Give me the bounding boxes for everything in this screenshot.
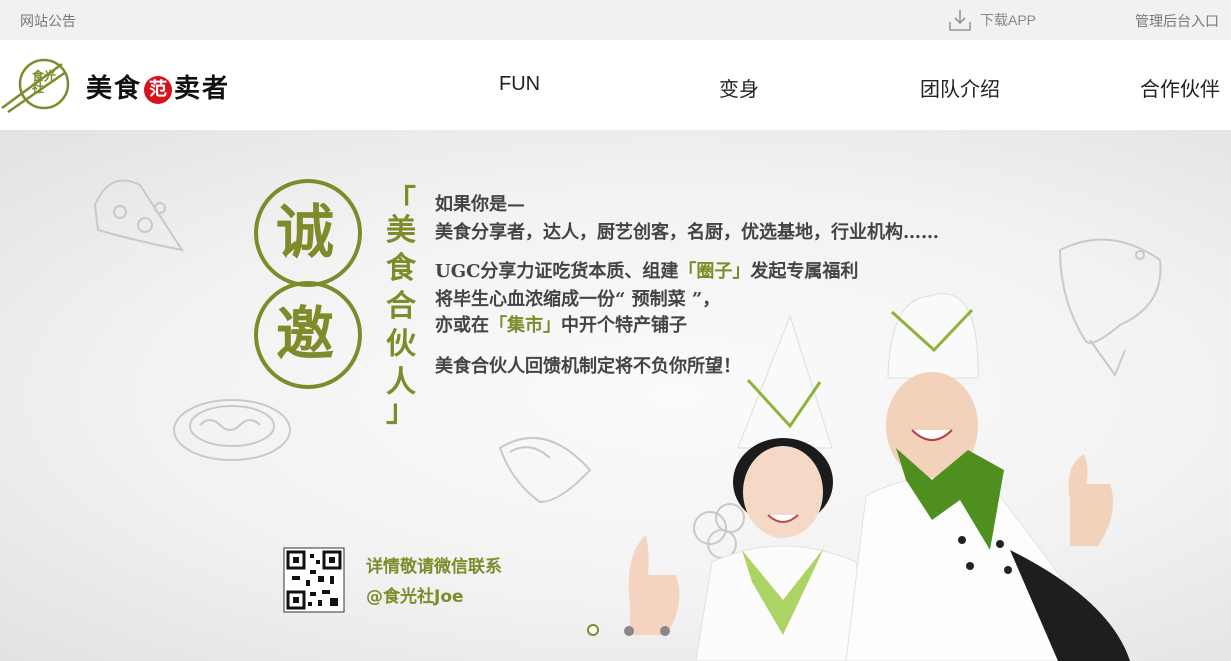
- bracket-open: 「: [386, 184, 416, 219]
- pizza-sketch-icon: [93, 179, 185, 252]
- copy-line-3b: 发起专属福利: [750, 261, 859, 282]
- wechat-qr-code: [283, 547, 345, 613]
- invite-char-1: 诚: [276, 198, 335, 266]
- main-header: 食光社 美食范卖者 FUN 变身 团队介绍 合作伙伴: [0, 40, 1231, 130]
- copy-line-5b: 中开个特产铺子: [561, 315, 687, 336]
- taco-sketch-icon: [498, 436, 592, 504]
- contact-line-1: 详情敬请微信联系: [366, 557, 502, 577]
- download-app-label: 下载APP: [980, 12, 1037, 28]
- banner-artwork: [93, 179, 1162, 661]
- invite-char-2: 邀: [276, 300, 335, 368]
- nav-fun[interactable]: FUN: [499, 73, 540, 96]
- copy-line-3: UGC分享力证吃货本质、组建「圈子」发起专属福利: [435, 257, 858, 283]
- nav-team[interactable]: 团队介绍: [920, 73, 1000, 102]
- highlight-market: 「集市」: [489, 315, 561, 336]
- copy-line-3a: UGC分享力证吃货本质、组建: [435, 261, 679, 282]
- copy-line-4: 将毕生心血浓缩成一份“ 预制菜 ”，: [435, 289, 721, 310]
- nav-transform[interactable]: 变身: [719, 73, 759, 102]
- fish-sketch-icon: [1058, 238, 1162, 378]
- copy-line-2: 美食分享者，达人，厨艺创客，名厨，优选基地，行业机构……: [435, 222, 939, 243]
- carousel-dot-3[interactable]: [660, 626, 670, 636]
- copy-line-1: 如果你是—: [435, 194, 525, 215]
- brand-name-part2: 卖者: [174, 74, 231, 104]
- male-chef-figure: [845, 293, 1130, 661]
- brand-name-badge: 范: [144, 76, 173, 104]
- copy-line-5a: 亦或在: [435, 315, 489, 336]
- partner-char-2: 食: [386, 251, 416, 286]
- partner-char-1: 美: [386, 213, 416, 248]
- admin-entry-link[interactable]: 管理后台入口: [1135, 11, 1219, 31]
- partner-vertical-title: 「 美 食 合 伙 人 」: [386, 184, 416, 429]
- partner-char-3: 合: [386, 289, 416, 324]
- vegetable-sketch-icon: [693, 503, 745, 559]
- highlight-circle: 「圈子」: [678, 261, 751, 282]
- copy-line-5: 亦或在「集市」中开个特产铺子: [435, 311, 687, 337]
- brand-name-part1: 美食: [86, 74, 143, 104]
- carousel-dot-1[interactable]: [587, 624, 599, 636]
- bracket-close: 」: [386, 394, 416, 429]
- carousel-dot-2[interactable]: [624, 626, 634, 636]
- site-notice-link[interactable]: 网站公告: [20, 11, 76, 31]
- nav-partners[interactable]: 合作伙伴: [1140, 73, 1220, 102]
- copy-line-6: 美食合伙人回馈机制定将不负你所望！: [435, 356, 741, 377]
- logo-seal-text: 食光社: [32, 69, 57, 95]
- contact-line-2: @食光社Joe: [366, 587, 464, 607]
- partner-char-4: 伙: [386, 327, 416, 362]
- download-icon: [949, 10, 971, 31]
- hero-banner[interactable]: 诚 邀 「 美 食 合 伙 人 」 如果你是— 美食分享者，达人，厨艺创客，名厨…: [0, 130, 1231, 661]
- brand-name: 美食范卖者: [86, 68, 230, 105]
- top-bar: 网站公告 下载APP 管理后台入口: [0, 0, 1231, 40]
- download-app-link[interactable]: 下载APP: [948, 8, 1036, 32]
- site-logo[interactable]: 食光社 美食范卖者: [0, 56, 240, 116]
- pasta-plate-sketch-icon: [173, 399, 291, 461]
